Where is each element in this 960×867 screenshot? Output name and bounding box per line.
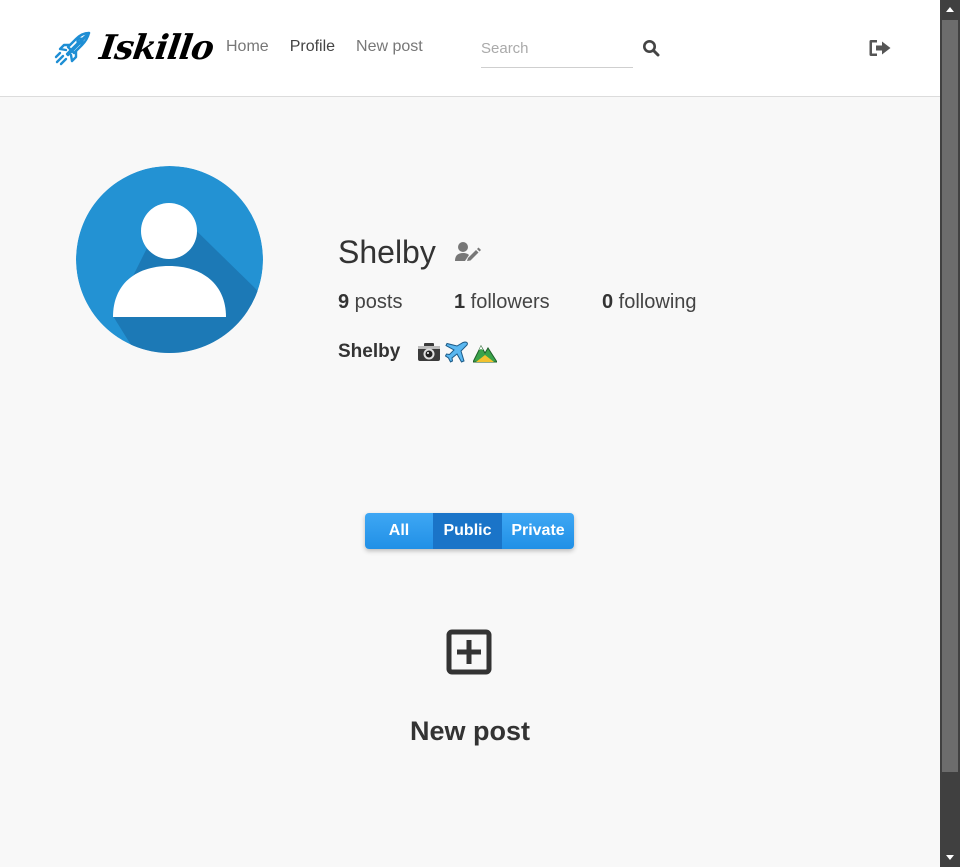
new-post-link: New post <box>0 716 940 747</box>
filter-private-button[interactable]: Private <box>502 513 574 549</box>
mountain-emoji <box>473 344 498 363</box>
edit-profile-icon[interactable] <box>455 241 481 263</box>
new-post-label[interactable]: New post <box>410 716 530 747</box>
search-input[interactable] <box>481 36 633 60</box>
followers-count[interactable]: 1 followers <box>454 291 602 314</box>
followers-count-label: followers <box>465 291 550 313</box>
logout-icon[interactable] <box>868 38 892 58</box>
profile-stats: 9 posts 1 followers 0 following <box>338 291 697 314</box>
airplane-emoji <box>445 341 469 363</box>
scroll-up-arrow-icon[interactable] <box>940 0 960 20</box>
profile-username: Shelby <box>338 234 436 270</box>
posts-count[interactable]: 9 posts <box>338 291 454 314</box>
following-count-value: 0 <box>602 291 614 313</box>
filter-public-button[interactable]: Public <box>433 513 502 549</box>
camera-emoji <box>418 343 441 361</box>
following-count-label: following <box>613 291 697 313</box>
bio-name: Shelby <box>338 341 401 362</box>
followers-count-value: 1 <box>454 291 466 313</box>
nav-profile-link[interactable]: Profile <box>290 38 335 56</box>
scrollbar-thumb[interactable] <box>942 20 958 772</box>
posts-count-value: 9 <box>338 291 350 313</box>
profile-bio: Shelby <box>338 341 501 363</box>
main-nav: Home Profile New post <box>226 38 444 56</box>
nav-new-post-link[interactable]: New post <box>356 38 423 56</box>
nav-home-link[interactable]: Home <box>226 38 269 56</box>
rocket-icon <box>54 31 91 66</box>
search-field <box>481 36 633 68</box>
plus-square-icon[interactable] <box>446 629 492 675</box>
search-icon[interactable] <box>642 39 660 57</box>
following-count[interactable]: 0 following <box>602 291 697 314</box>
logo[interactable]: Iskillo <box>54 28 216 68</box>
vertical-scrollbar[interactable] <box>940 0 960 867</box>
posts-count-label: posts <box>349 291 403 313</box>
post-visibility-filter: All Public Private <box>365 513 574 549</box>
scroll-down-arrow-icon[interactable] <box>940 847 960 867</box>
logo-text: Iskillo <box>97 28 216 68</box>
top-navbar: Iskillo Home Profile New post <box>0 0 940 97</box>
filter-all-button[interactable]: All <box>365 513 433 549</box>
avatar <box>76 166 263 353</box>
